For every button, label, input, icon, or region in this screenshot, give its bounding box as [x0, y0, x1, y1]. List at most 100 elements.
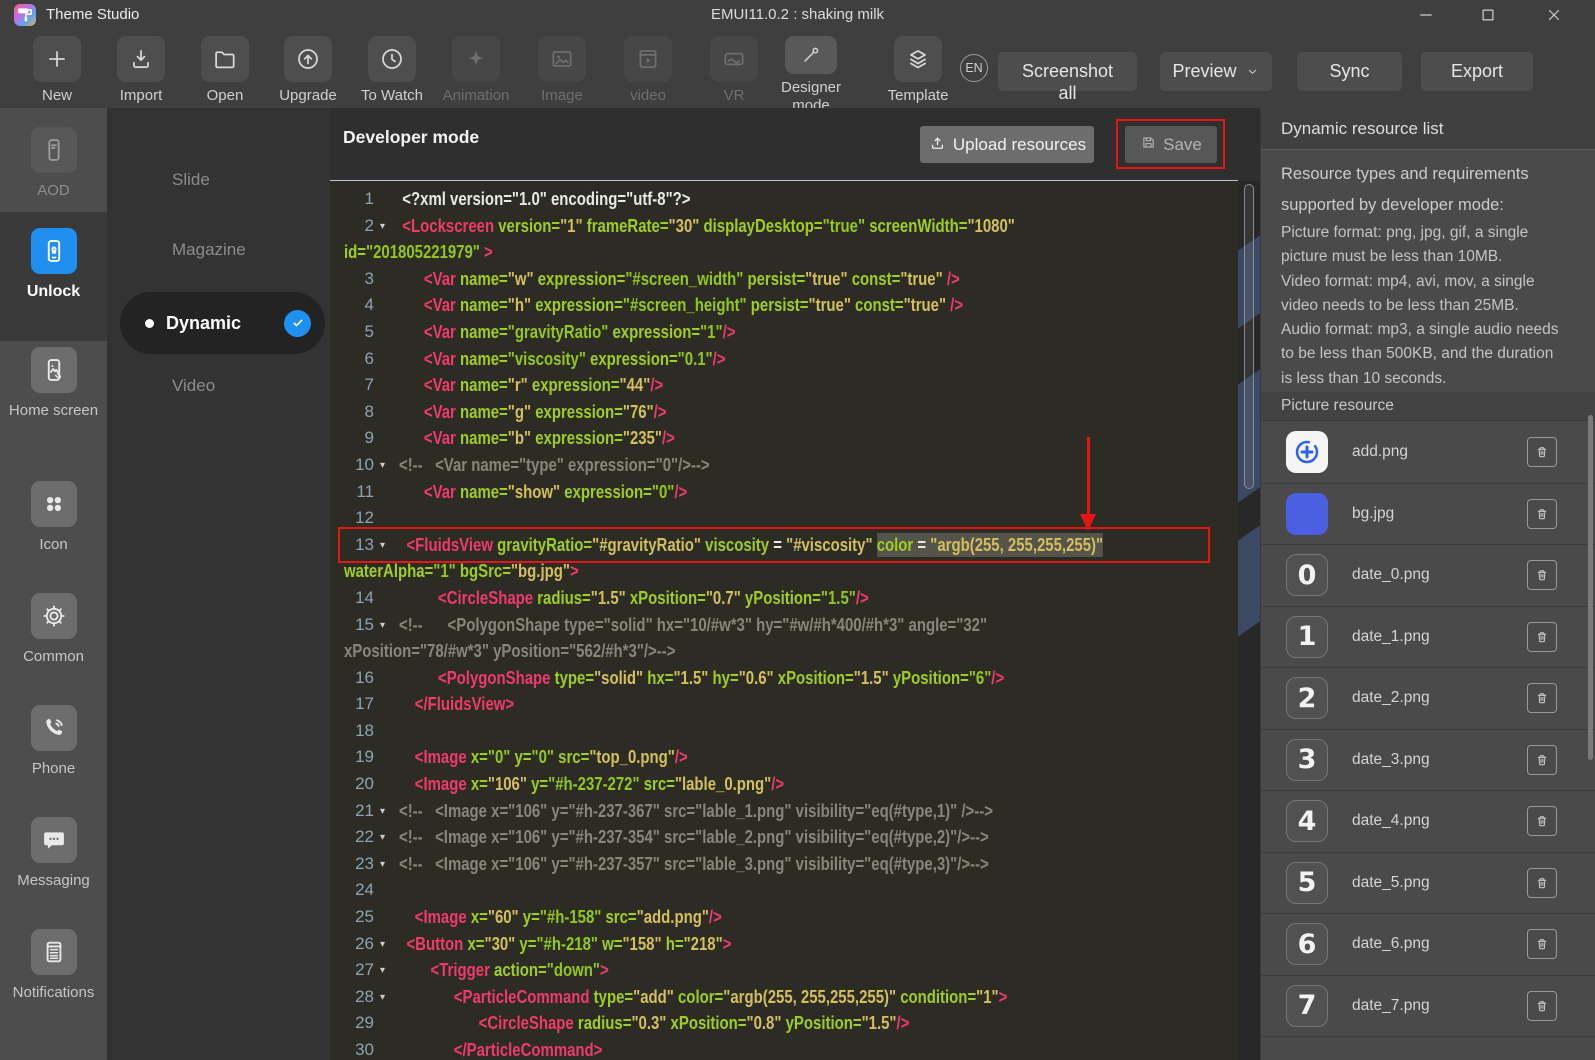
code-line-wrap: waterAlpha="1" bgSrc="bg.jpg">	[330, 558, 1238, 585]
subnav-item-video[interactable]: Video	[172, 376, 215, 396]
code-line-29: 29<CircleShape radius="0.3" xPosition="0…	[330, 1010, 1238, 1037]
toolbar-button-new[interactable]: New	[15, 36, 99, 104]
delete-resource-button[interactable]	[1527, 868, 1557, 898]
fold-spacer	[380, 399, 394, 426]
add-circle-icon	[1292, 437, 1322, 467]
folder-tile	[201, 36, 249, 82]
delete-resource-button[interactable]	[1527, 622, 1557, 652]
trash-icon	[1534, 566, 1550, 584]
delete-resource-button[interactable]	[1527, 806, 1557, 836]
resource-row-date_6.png[interactable]: 6date_6.png	[1261, 914, 1595, 976]
maximize-button[interactable]	[1471, 0, 1505, 30]
export-button[interactable]: Export	[1421, 52, 1533, 91]
resource-row-bg.jpg[interactable]: bg.jpg	[1261, 484, 1595, 546]
toolbar-button-upgrade[interactable]: Upgrade	[266, 36, 350, 104]
sidebar-item-home-screen[interactable]: Home screen	[0, 341, 107, 457]
upgrade-tile	[284, 36, 332, 82]
resource-name: date_5.png	[1352, 874, 1430, 892]
trash-icon	[1534, 443, 1550, 461]
close-button[interactable]	[1537, 0, 1571, 30]
code-line-17: 17</FluidsView>	[330, 691, 1238, 718]
save-button[interactable]: Save	[1125, 126, 1217, 163]
fold-arrow-icon[interactable]: ▾	[380, 452, 394, 479]
upload-resources-button[interactable]: Upload resources	[920, 126, 1094, 163]
fold-arrow-icon[interactable]: ▾	[380, 532, 394, 559]
sidebar-item-aod[interactable]: AOD	[0, 118, 107, 214]
line-number: 3	[330, 266, 380, 293]
resource-row-date_1.png[interactable]: 1date_1.png	[1261, 607, 1595, 669]
sidebar-item-notifications[interactable]: Notifications	[0, 924, 107, 1024]
line-number: 19	[330, 744, 380, 771]
fold-arrow-icon[interactable]: ▾	[380, 798, 394, 825]
fold-spacer	[380, 771, 394, 798]
delete-resource-button[interactable]	[1527, 499, 1557, 529]
screenshot-all-button[interactable]: Screenshotall	[998, 52, 1137, 91]
subnav-item-dynamic[interactable]: Dynamic	[120, 292, 325, 354]
fold-arrow-icon[interactable]: ▾	[380, 612, 394, 639]
plus-tile	[33, 36, 81, 82]
delete-resource-button[interactable]	[1527, 745, 1557, 775]
film-icon	[635, 46, 661, 72]
line-number: 22	[330, 824, 380, 851]
vr-tile	[710, 36, 758, 82]
fold-arrow-icon[interactable]: ▾	[380, 931, 394, 958]
designer-mode-button[interactable]: Designermode	[769, 36, 853, 115]
sidebar-item-phone[interactable]: Phone	[0, 700, 107, 796]
code-line-15: 15▾<!-- <PolygonShape type="solid" hx="1…	[330, 612, 1238, 639]
preview-button[interactable]: Preview	[1160, 52, 1272, 91]
subnav-item-slide[interactable]: Slide	[172, 170, 210, 190]
toolbar-button-to-watch[interactable]: To Watch	[350, 36, 434, 104]
fold-spacer	[380, 904, 394, 931]
resource-row-date_5.png[interactable]: 5date_5.png	[1261, 853, 1595, 915]
requirements-line: Picture format: png, jpg, gif, a single	[1281, 221, 1581, 245]
fold-spacer	[380, 266, 394, 293]
language-badge[interactable]: EN	[960, 54, 988, 82]
delete-resource-button[interactable]	[1527, 929, 1557, 959]
sidebar-item-unlock[interactable]: Unlock	[0, 212, 107, 341]
fold-arrow-icon[interactable]: ▾	[380, 851, 394, 878]
resource-row-add.png[interactable]: add.png	[1261, 422, 1595, 484]
resource-name: date_0.png	[1352, 566, 1430, 584]
template-button[interactable]: Template	[876, 36, 960, 104]
resource-row-date_7.png[interactable]: 7date_7.png	[1261, 976, 1595, 1038]
resource-row-date_4.png[interactable]: 4date_4.png	[1261, 791, 1595, 853]
fold-spacer	[380, 292, 394, 319]
toolbar-button-animation: Animation	[434, 36, 518, 104]
delete-resource-button[interactable]	[1527, 683, 1557, 713]
resource-row-date_0.png[interactable]: 0date_0.png	[1261, 545, 1595, 607]
minimize-icon	[1417, 6, 1435, 24]
fold-spacer	[380, 665, 394, 692]
panel-scrollbar-thumb[interactable]	[1588, 415, 1593, 760]
xml-code-editor[interactable]: 1<?xml version="1.0" encoding="utf-8"?>2…	[330, 181, 1238, 1060]
trash-icon	[1534, 997, 1550, 1015]
resource-row-date_2.png[interactable]: 2date_2.png	[1261, 668, 1595, 730]
resource-row-date_3.png[interactable]: 3date_3.png	[1261, 730, 1595, 792]
delete-resource-button[interactable]	[1527, 560, 1557, 590]
delete-resource-button[interactable]	[1527, 437, 1557, 467]
subnav-item-magazine[interactable]: Magazine	[172, 240, 246, 260]
digit-thumbnail: 6	[1286, 923, 1328, 965]
phone-image-icon	[40, 356, 68, 384]
line-number: 13	[330, 532, 380, 559]
trash-icon	[1534, 628, 1550, 646]
toolbar-button-open[interactable]: Open	[183, 36, 267, 104]
toolbar-button-import[interactable]: Import	[99, 36, 183, 104]
fold-arrow-icon[interactable]: ▾	[380, 957, 394, 984]
editor-scrollbar-thumb[interactable]	[1244, 184, 1254, 489]
fold-arrow-icon[interactable]: ▾	[380, 213, 394, 240]
sync-button[interactable]: Sync	[1297, 52, 1402, 91]
trash-icon	[1534, 505, 1550, 523]
code-line-10: 10▾<!-- <Var name="type" expression="0"/…	[330, 452, 1238, 479]
fold-arrow-icon[interactable]: ▾	[380, 824, 394, 851]
sidebar-item-icon[interactable]: Icon	[0, 476, 107, 572]
phone-lock-icon	[40, 237, 68, 265]
code-line-16: 16<PolygonShape type="solid" hx="1.5" hy…	[330, 665, 1238, 692]
delete-resource-button[interactable]	[1527, 991, 1557, 1021]
fold-arrow-icon[interactable]: ▾	[380, 984, 394, 1011]
line-number: 16	[330, 665, 380, 692]
minimize-button[interactable]	[1409, 0, 1443, 30]
sidebar-item-common[interactable]: Common	[0, 588, 107, 684]
fold-spacer	[380, 877, 394, 904]
sidebar-item-messaging[interactable]: Messaging	[0, 812, 107, 908]
code-line-14: 14<CircleShape radius="1.5" xPosition="0…	[330, 585, 1238, 612]
